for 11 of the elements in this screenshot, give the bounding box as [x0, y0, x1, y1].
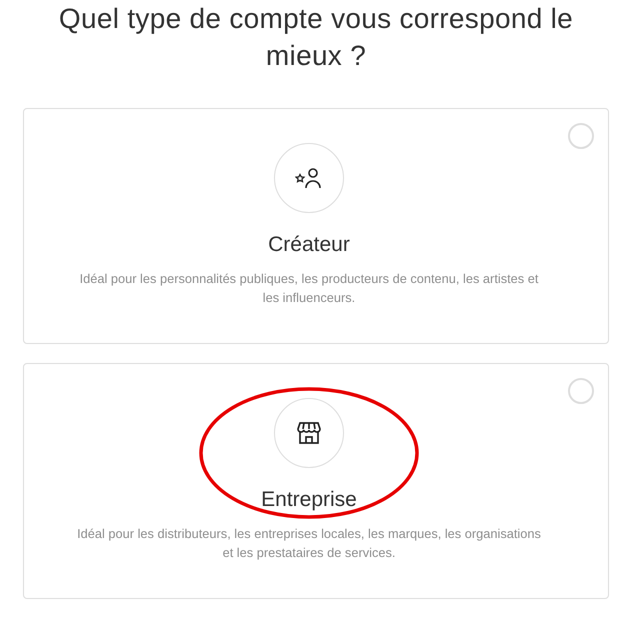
card-title: Entreprise — [261, 488, 357, 512]
card-title: Créateur — [268, 233, 350, 257]
radio-button[interactable] — [568, 378, 594, 404]
card-description: Idéal pour les distributeurs, les entreprises locales, les marques, les organisations et les prestataires de services. — [76, 525, 542, 562]
user-star-icon — [295, 167, 323, 189]
radio-button[interactable] — [568, 123, 594, 149]
account-type-card[interactable]: Créateur Idéal pour les personnalités publiques, les producteurs de contenu, les artistes et les influenceurs. — [23, 108, 609, 344]
account-type-card[interactable]: Entreprise Idéal pour les distributeurs, les entreprises locales, les marques, les organisations et les prestataires de services. — [23, 363, 609, 599]
page-heading: Quel type de compte vous correspond le mieux ? — [58, 2, 574, 73]
card-description: Idéal pour les personnalités publiques, les producteurs de contenu, les artistes et les influenceurs. — [78, 270, 540, 307]
storefront-icon — [296, 420, 322, 446]
